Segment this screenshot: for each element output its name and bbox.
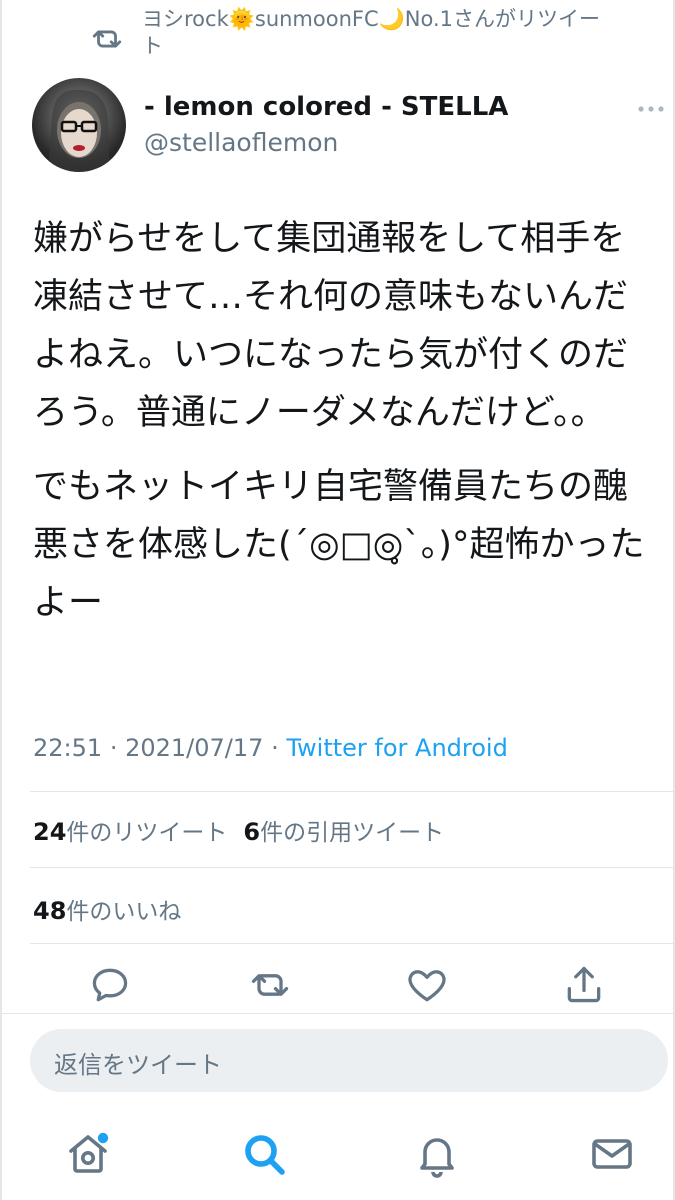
- tweet-source-link[interactable]: Twitter for Android: [286, 734, 507, 762]
- divider: [0, 1013, 675, 1014]
- tweet-paragraph-2: でもネットイキリ自宅警備員たちの醜悪さを体感した(´◎□◎̥`。)°超怖かったよ…: [33, 467, 645, 623]
- quotes-stat[interactable]: 6件の引用ツイート: [243, 818, 445, 846]
- notifications-bell-icon[interactable]: [413, 1130, 461, 1178]
- avatar-photo: [48, 89, 110, 172]
- reply-icon[interactable]: [88, 963, 132, 1007]
- divider: [30, 791, 675, 792]
- retweets-count: 24: [33, 818, 67, 846]
- quotes-label: 件の引用ツイート: [260, 820, 445, 846]
- share-icon[interactable]: [562, 963, 606, 1007]
- likes-stat[interactable]: 48件のいいね: [33, 892, 181, 926]
- tweet-text: 嫌がらせをして集団通報をして相手を凍結させて…それ何の意味もないんだよねえ。いつ…: [33, 210, 658, 632]
- author-handle[interactable]: @stellaoflemon: [144, 128, 338, 157]
- quotes-count: 6: [243, 818, 261, 846]
- reply-input[interactable]: 返信をツイート: [30, 1029, 668, 1092]
- home-badge-dot: [97, 1132, 109, 1144]
- author-display-name[interactable]: - lemon colored - STELLA: [144, 92, 508, 122]
- bottom-tab-bar: [0, 1110, 675, 1200]
- left-edge: [0, 0, 2, 1200]
- divider: [30, 943, 675, 944]
- divider: [30, 867, 675, 868]
- avatar[interactable]: [32, 78, 126, 172]
- retweets-label: 件のリツイート: [66, 820, 228, 846]
- retweet-icon[interactable]: [248, 963, 292, 1007]
- meta-separator: ·: [109, 734, 118, 762]
- tweet-date: 2021/07/17: [125, 734, 264, 762]
- likes-label: 件のいいね: [66, 899, 182, 925]
- tweet-paragraph-1: 嫌がらせをして集団通報をして相手を凍結させて…それ何の意味もないんだよねえ。いつ…: [33, 219, 629, 433]
- meta-separator: ·: [271, 734, 279, 762]
- reply-placeholder: 返信をツイート: [54, 1051, 222, 1079]
- retweet-icon: [92, 30, 122, 48]
- messages-mail-icon[interactable]: [588, 1130, 636, 1178]
- retweets-stat[interactable]: 24件のリツイート: [33, 818, 228, 846]
- tweet-time: 22:51: [33, 734, 103, 762]
- likes-count: 48: [33, 897, 67, 925]
- engagement-row: 24件のリツイート 6件の引用ツイート: [33, 813, 444, 847]
- more-options-icon[interactable]: [636, 97, 666, 121]
- retweet-context[interactable]: ヨシrock🌞sunmoonFC🌙No.1さんがリツイート: [90, 4, 610, 60]
- home-icon[interactable]: [64, 1130, 112, 1178]
- search-icon[interactable]: [240, 1130, 288, 1178]
- tweet-meta: 22:51 · 2021/07/17 · Twitter for Android: [33, 734, 508, 762]
- retweet-context-text: ヨシrock🌞sunmoonFC🌙No.1さんがリツイート: [142, 7, 601, 58]
- like-heart-icon[interactable]: [405, 963, 449, 1007]
